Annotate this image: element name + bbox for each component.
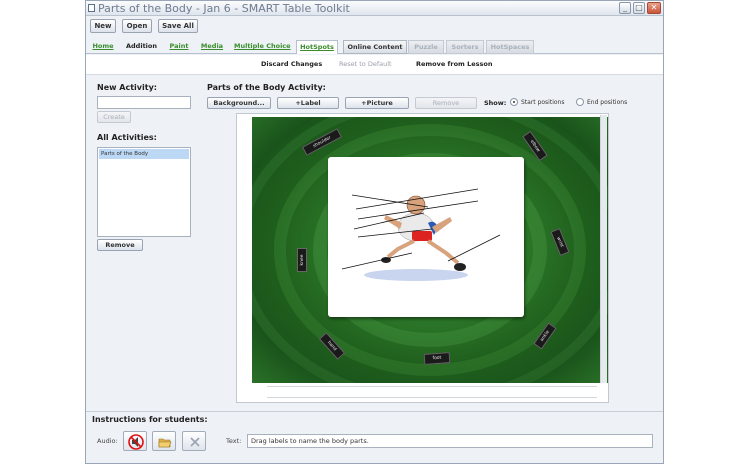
clear-icon xyxy=(190,437,200,447)
tab-home[interactable]: Home xyxy=(92,40,114,54)
start-positions-label: Start positions xyxy=(521,99,565,106)
canvas-frame: shoulder elbow knee wrist hand foot ankl… xyxy=(236,113,609,403)
tab-online-content[interactable]: Online Content xyxy=(343,40,407,54)
no-audio-icon xyxy=(128,434,144,450)
save-all-button[interactable]: Save All xyxy=(158,19,198,33)
list-item[interactable]: Parts of the Body xyxy=(99,149,189,159)
all-activities-label: All Activities: xyxy=(97,133,157,142)
toolbar: New Open Save All xyxy=(86,17,663,37)
minimize-button[interactable]: _ xyxy=(619,2,631,14)
new-activity-input[interactable] xyxy=(97,96,191,109)
tab-paint[interactable]: Paint xyxy=(168,40,190,54)
end-positions-label: End positions xyxy=(587,99,628,106)
tab-hotspots[interactable]: HotSpots xyxy=(296,40,338,54)
clear-audio-button[interactable] xyxy=(182,431,206,451)
activity-canvas[interactable]: shoulder elbow knee wrist hand foot ankl… xyxy=(252,117,608,383)
tab-hotspaces: HotSpaces xyxy=(486,40,534,54)
app-icon xyxy=(88,4,95,12)
start-positions-radio[interactable] xyxy=(510,98,518,106)
activity-heading: Parts of the Body Activity: xyxy=(207,83,326,92)
close-button[interactable]: ✕ xyxy=(647,2,661,14)
vertical-scrollbar[interactable] xyxy=(600,115,607,383)
tab-multiple-choice[interactable]: Multiple Choice xyxy=(234,40,291,54)
new-activity-label: New Activity: xyxy=(97,83,157,92)
body-label-tag[interactable]: foot xyxy=(423,352,451,365)
open-folder-icon xyxy=(158,438,172,448)
discard-changes-button[interactable]: Discard Changes xyxy=(261,60,322,68)
create-button: Create xyxy=(97,111,131,123)
tab-addition[interactable]: Addition xyxy=(126,40,157,54)
background-button[interactable]: Background... xyxy=(207,97,271,109)
reset-to-default-button: Reset to Default xyxy=(339,60,392,68)
end-positions-radio[interactable] xyxy=(576,98,584,106)
title-bar[interactable]: Parts of the Body - Jan 6 - SMART Table … xyxy=(86,1,663,16)
maximize-button[interactable]: □ xyxy=(633,2,645,14)
tab-media[interactable]: Media xyxy=(200,40,224,54)
open-audio-button[interactable] xyxy=(152,431,176,451)
new-button[interactable]: New xyxy=(90,19,116,33)
instructions-title: Instructions for students: xyxy=(92,415,208,424)
tab-bar: Home Addition Paint Media Multiple Choic… xyxy=(86,38,663,54)
runner-picture xyxy=(341,188,501,281)
show-label: Show: xyxy=(484,99,507,107)
tab-puzzle: Puzzle xyxy=(408,40,444,54)
remove-from-lesson-button[interactable]: Remove from Lesson xyxy=(416,60,492,68)
instructions-text-input[interactable]: Drag labels to name the body parts. xyxy=(247,434,653,448)
open-button[interactable]: Open xyxy=(122,19,152,33)
divider xyxy=(86,411,663,412)
remove-item-button: Remove xyxy=(415,97,477,109)
canvas-divider-lines xyxy=(267,386,597,398)
remove-activity-button[interactable]: Remove xyxy=(97,239,143,251)
app-window: Parts of the Body - Jan 6 - SMART Table … xyxy=(85,0,664,464)
action-bar: Discard Changes Reset to Default Remove … xyxy=(86,55,663,75)
add-label-button[interactable]: +Label xyxy=(277,97,339,109)
audio-button[interactable] xyxy=(123,431,147,451)
picture-card[interactable] xyxy=(328,157,524,317)
tab-sorters: Sorters xyxy=(446,40,484,54)
window-title: Parts of the Body - Jan 6 - SMART Table … xyxy=(98,2,350,15)
text-label: Text: xyxy=(226,437,242,445)
add-picture-button[interactable]: +Picture xyxy=(345,97,409,109)
activities-list[interactable]: Parts of the Body xyxy=(97,147,191,237)
audio-label: Audio: xyxy=(97,437,118,445)
body-label-tag[interactable]: knee xyxy=(297,248,307,272)
